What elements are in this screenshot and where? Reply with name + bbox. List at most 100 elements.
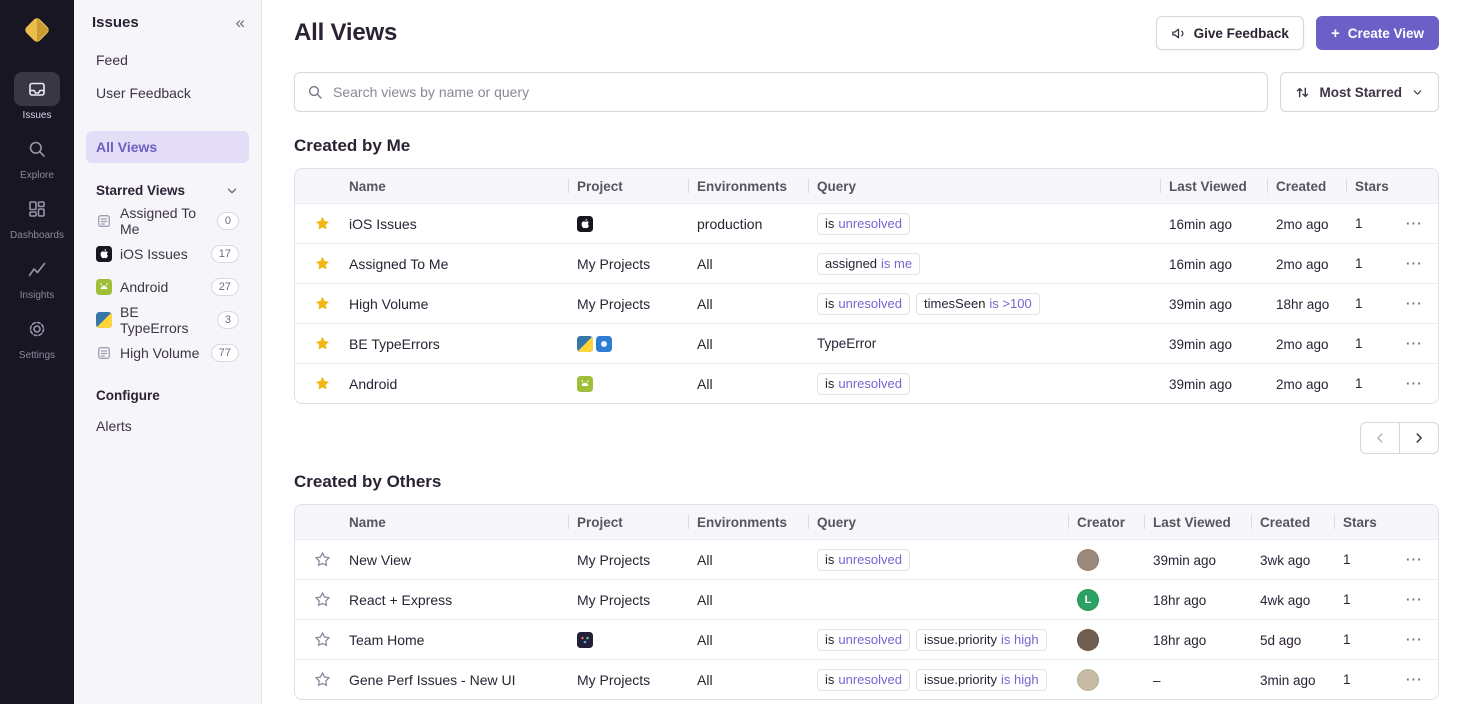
nav-insights[interactable]: Insights (4, 252, 70, 301)
created-by-me-table: Name Project Environments Query Last Vie… (294, 168, 1439, 404)
view-name: Team Home (349, 632, 577, 648)
count-badge: 17 (211, 245, 239, 263)
query-cell: isunresolved (817, 549, 1077, 571)
column-header: Creator (1077, 515, 1153, 530)
table-row[interactable]: React + Express My Projects All L 18hr a… (295, 579, 1438, 619)
org-logo[interactable] (19, 12, 55, 48)
give-feedback-button[interactable]: Give Feedback (1156, 16, 1304, 50)
row-menu-button[interactable]: ⋯ (1401, 331, 1427, 356)
sidebar-item-label: Android (120, 279, 168, 295)
table-row[interactable]: BE TypeErrors All TypeError 39min ago 2m… (295, 323, 1438, 363)
secondary-sidebar: Issues « Feed User Feedback All Views St… (74, 0, 262, 704)
star-toggle[interactable] (312, 373, 333, 394)
table-row[interactable]: Assigned To Me My Projects All assignedi… (295, 243, 1438, 283)
environments-cell: production (697, 216, 817, 232)
search-bar[interactable] (294, 72, 1268, 112)
sidebar-item-label: User Feedback (96, 85, 191, 101)
nav-dashboards[interactable]: Dashboards (4, 192, 70, 241)
list-icon (96, 345, 112, 361)
sidebar-item-alerts[interactable]: Alerts (86, 411, 249, 441)
android-icon (96, 279, 112, 295)
create-view-button[interactable]: + Create View (1316, 16, 1439, 50)
table-row[interactable]: Android All isunresolved 39min ago 2mo a… (295, 363, 1438, 403)
row-menu-button[interactable]: ⋯ (1401, 587, 1427, 612)
sort-dropdown[interactable]: Most Starred (1280, 72, 1439, 112)
stars-count: 1 (1355, 336, 1401, 351)
sidebar-item-all-views[interactable]: All Views (86, 131, 249, 163)
blue-project-icon (596, 336, 612, 352)
creator-avatar (1077, 669, 1099, 691)
star-toggle[interactable] (312, 333, 333, 354)
row-menu-button[interactable]: ⋯ (1401, 291, 1427, 316)
table-row[interactable]: Gene Perf Issues - New UI My Projects Al… (295, 659, 1438, 699)
nav-settings[interactable]: Settings (4, 312, 70, 361)
nav-label: Dashboards (10, 230, 64, 241)
query-cell: isunresolved timesSeenis >100 (817, 293, 1169, 315)
primary-nav-rail: Issues Explore Dashboards Insights Setti (0, 0, 74, 704)
star-toggle[interactable] (312, 213, 333, 234)
created-at: 5d ago (1260, 633, 1301, 648)
column-header: Last Viewed (1169, 179, 1276, 194)
view-name: iOS Issues (349, 216, 577, 232)
row-menu-button[interactable]: ⋯ (1401, 251, 1427, 276)
page-title: All Views (294, 19, 397, 47)
star-filled-icon (314, 375, 331, 392)
query-token: isunresolved (817, 669, 910, 691)
star-outline-icon (314, 671, 331, 688)
sidebar-item-label: Alerts (96, 418, 132, 434)
view-name: React + Express (349, 592, 577, 608)
star-toggle[interactable] (312, 589, 333, 610)
view-name: New View (349, 552, 577, 568)
nav-issues[interactable]: Issues (4, 72, 70, 121)
sidebar-item-be-typeerrors[interactable]: BE TypeErrors 3 (86, 305, 249, 335)
table-row[interactable]: Team Home All isunresolved issue.priorit… (295, 619, 1438, 659)
next-page-button[interactable] (1399, 422, 1439, 454)
star-toggle[interactable] (312, 253, 333, 274)
sidebar-item-ios-issues[interactable]: iOS Issues 17 (86, 239, 249, 269)
last-viewed: 39min ago (1169, 297, 1232, 312)
prev-page-button[interactable] (1360, 422, 1400, 454)
nav-explore[interactable]: Explore (4, 132, 70, 181)
creator-avatar (1077, 629, 1099, 651)
sidebar-item-user-feedback[interactable]: User Feedback (86, 78, 249, 108)
nav-label: Insights (20, 290, 54, 301)
created-at: 2mo ago (1276, 257, 1329, 272)
collapse-sidebar-button[interactable]: « (236, 14, 245, 31)
count-badge: 27 (211, 278, 239, 296)
created-at: 3wk ago (1260, 553, 1310, 568)
table-row[interactable]: iOS Issues production isunresolved 16min… (295, 203, 1438, 243)
last-viewed: 18hr ago (1153, 593, 1206, 608)
star-toggle[interactable] (312, 669, 333, 690)
sidebar-item-label: BE TypeErrors (120, 304, 209, 336)
starred-views-section-header[interactable]: Starred Views (86, 183, 249, 198)
column-header: Created (1276, 179, 1355, 194)
configure-section-header: Configure (86, 388, 249, 403)
row-menu-button[interactable]: ⋯ (1401, 627, 1427, 652)
sort-icon (1295, 85, 1310, 100)
sidebar-item-high-volume[interactable]: High Volume 77 (86, 338, 249, 368)
row-menu-button[interactable]: ⋯ (1401, 547, 1427, 572)
table-row[interactable]: High Volume My Projects All isunresolved… (295, 283, 1438, 323)
row-menu-button[interactable]: ⋯ (1401, 211, 1427, 236)
created-at: 4wk ago (1260, 593, 1310, 608)
star-filled-icon (314, 335, 331, 352)
android-project-icon (577, 376, 593, 392)
column-header: Stars (1355, 179, 1401, 194)
sidebar-item-android[interactable]: Android 27 (86, 272, 249, 302)
query-cell: isunresolved (817, 213, 1169, 235)
last-viewed: 18hr ago (1153, 633, 1206, 648)
star-toggle[interactable] (312, 629, 333, 650)
table-row[interactable]: New View My Projects All isunresolved 39… (295, 539, 1438, 579)
star-toggle[interactable] (312, 293, 333, 314)
query-token: issue.priorityis high (916, 629, 1047, 651)
sidebar-item-feed[interactable]: Feed (86, 45, 249, 75)
star-toggle[interactable] (312, 549, 333, 570)
project-cell (577, 216, 697, 232)
count-badge: 77 (211, 344, 239, 362)
row-menu-button[interactable]: ⋯ (1401, 667, 1427, 692)
project-cell: My Projects (577, 672, 697, 688)
search-input[interactable] (333, 84, 1255, 100)
apple-icon (96, 246, 112, 262)
sidebar-item-assigned-to-me[interactable]: Assigned To Me 0 (86, 206, 249, 236)
row-menu-button[interactable]: ⋯ (1401, 371, 1427, 396)
